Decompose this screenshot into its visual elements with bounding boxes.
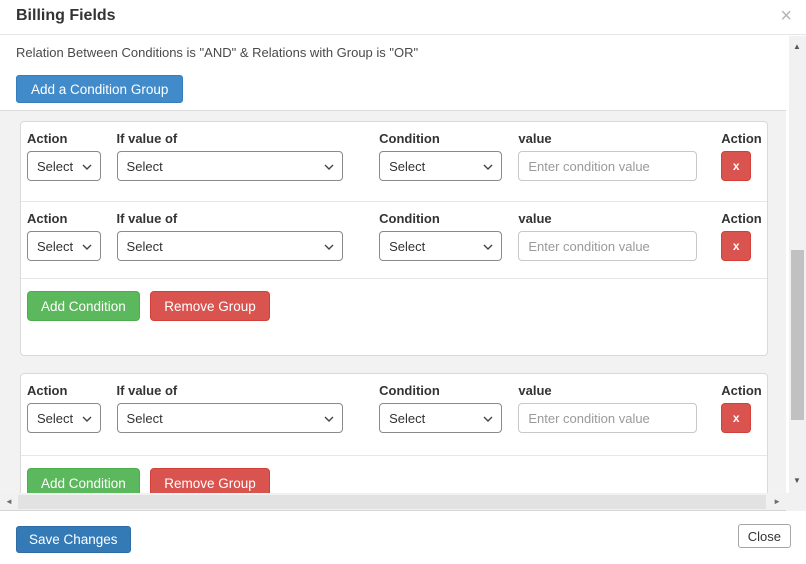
scrollbar-corner xyxy=(786,493,806,511)
group-footer: Add Condition Remove Group xyxy=(21,456,767,493)
scroll-left-icon[interactable]: ◄ xyxy=(5,497,13,506)
condition-group: Action Select If value of Select Conditi… xyxy=(20,373,768,493)
action-select-value: Select xyxy=(37,158,74,174)
chevron-down-icon xyxy=(82,416,92,422)
remove-condition-button[interactable]: x xyxy=(721,151,752,181)
row-action-column-header: Action xyxy=(721,211,762,226)
horizontal-scrollbar-thumb[interactable] xyxy=(18,495,766,509)
chevron-down-icon xyxy=(82,244,92,250)
action-column-header: Action xyxy=(27,211,68,226)
chevron-down-icon xyxy=(82,164,92,170)
if-value-of-column-header: If value of xyxy=(116,211,178,226)
add-condition-button[interactable]: Add Condition xyxy=(27,468,140,493)
chevron-down-icon xyxy=(483,416,493,422)
if-value-of-select-value: Select xyxy=(126,410,163,426)
condition-select-value: Select xyxy=(389,410,426,426)
condition-select[interactable]: Select xyxy=(379,151,503,181)
modal-header: Billing Fields × xyxy=(0,0,806,35)
scroll-up-icon[interactable]: ▲ xyxy=(793,42,801,51)
condition-value-input[interactable] xyxy=(518,403,698,433)
if-value-of-column-header: If value of xyxy=(116,131,178,146)
condition-select[interactable]: Select xyxy=(379,231,503,261)
add-condition-button[interactable]: Add Condition xyxy=(27,291,140,321)
page-title: Billing Fields xyxy=(16,7,116,24)
vertical-scrollbar[interactable]: ▲ ▼ xyxy=(789,36,806,493)
condition-select-value: Select xyxy=(389,238,426,254)
remove-group-button[interactable]: Remove Group xyxy=(150,468,270,493)
chevron-down-icon xyxy=(324,416,334,422)
chevron-down-icon xyxy=(483,164,493,170)
action-select-value: Select xyxy=(37,410,74,426)
if-value-of-column-header: If value of xyxy=(116,383,178,398)
remove-condition-button[interactable]: x xyxy=(721,231,752,261)
billing-fields-modal: Billing Fields × Relation Between Condit… xyxy=(0,0,806,564)
if-value-of-select-value: Select xyxy=(126,158,163,174)
condition-select[interactable]: Select xyxy=(379,403,503,433)
action-column-header: Action xyxy=(27,131,68,146)
action-select[interactable]: Select xyxy=(27,403,101,433)
relation-note: Relation Between Conditions is "AND" & R… xyxy=(16,45,419,60)
group-footer: Add Condition Remove Group xyxy=(21,278,767,321)
add-condition-group-button[interactable]: Add a Condition Group xyxy=(16,75,184,103)
value-column-header: value xyxy=(518,131,552,146)
condition-column-header: Condition xyxy=(379,211,440,226)
condition-value-input[interactable] xyxy=(518,231,698,261)
condition-column-header: Condition xyxy=(379,131,440,146)
action-column-header: Action xyxy=(27,383,68,398)
remove-condition-button[interactable]: x xyxy=(721,403,752,433)
row-action-column-header: Action xyxy=(721,383,762,398)
vertical-scrollbar-thumb[interactable] xyxy=(791,250,804,420)
row-action-column-header: Action xyxy=(721,131,762,146)
scroll-down-icon[interactable]: ▼ xyxy=(793,476,801,485)
condition-value-input[interactable] xyxy=(518,151,698,181)
value-column-header: value xyxy=(518,383,552,398)
chevron-down-icon xyxy=(483,244,493,250)
close-button[interactable]: Close xyxy=(737,524,791,548)
conditions-viewport: Action Select If value of Select Conditi… xyxy=(0,110,786,493)
condition-row: Action Select If value of Select Conditi… xyxy=(21,374,767,456)
scroll-right-icon[interactable]: ► xyxy=(773,497,781,506)
if-value-of-select[interactable]: Select xyxy=(116,231,344,261)
action-select[interactable]: Select xyxy=(27,231,101,261)
chevron-down-icon xyxy=(324,244,334,250)
if-value-of-select[interactable]: Select xyxy=(116,403,344,433)
condition-row: Action Select If value of Select Conditi… xyxy=(21,122,767,202)
condition-group: Action Select If value of Select Conditi… xyxy=(20,121,768,356)
condition-row: Action Select If value of Select Conditi… xyxy=(21,202,767,278)
close-icon[interactable]: × xyxy=(780,3,792,29)
horizontal-scrollbar[interactable]: ◄ ► xyxy=(0,493,786,511)
condition-column-header: Condition xyxy=(379,383,440,398)
condition-select-value: Select xyxy=(389,158,426,174)
save-changes-button[interactable]: Save Changes xyxy=(16,526,131,553)
value-column-header: value xyxy=(518,211,552,226)
action-select[interactable]: Select xyxy=(27,151,101,181)
modal-footer: Save Changes Close xyxy=(0,511,806,564)
remove-group-button[interactable]: Remove Group xyxy=(150,291,270,321)
if-value-of-select[interactable]: Select xyxy=(116,151,344,181)
action-select-value: Select xyxy=(37,238,74,254)
chevron-down-icon xyxy=(324,164,334,170)
if-value-of-select-value: Select xyxy=(126,238,163,254)
